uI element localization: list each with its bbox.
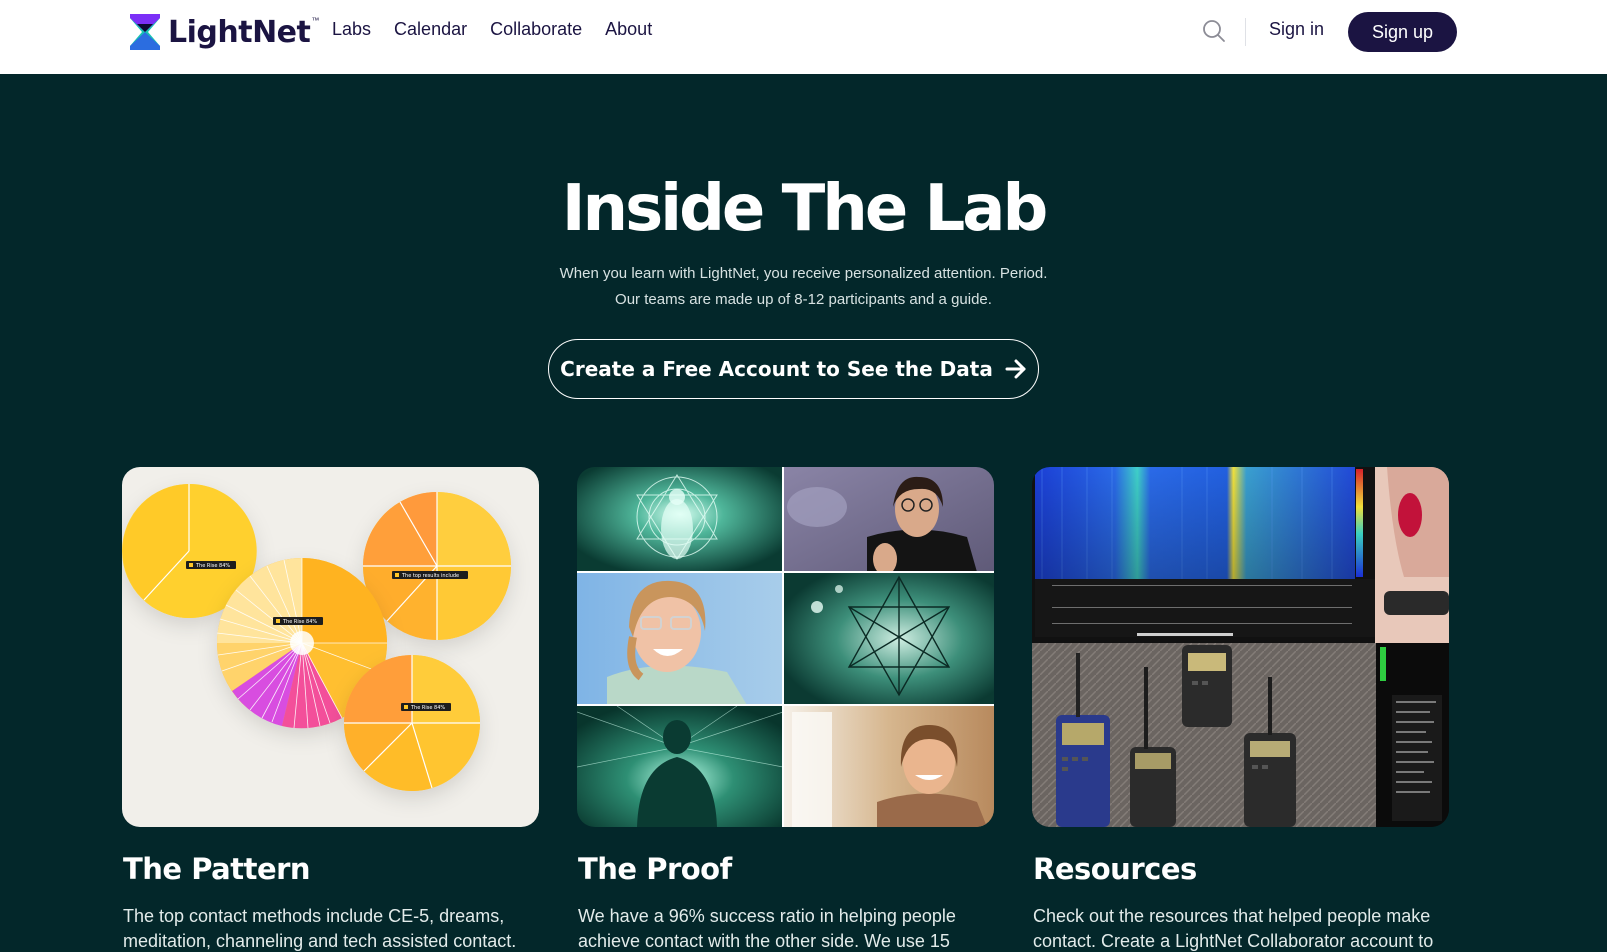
nav-collaborate[interactable]: Collaborate: [490, 19, 582, 40]
hero-subtitle-line2: Our teams are made up of 8-12 participan…: [615, 291, 992, 308]
spectrogram-radios-collage: [1032, 467, 1449, 827]
lightnet-logo-icon: [130, 14, 160, 50]
sign-up-button[interactable]: Sign up: [1348, 12, 1457, 52]
hero-subtitle-line1: When you learn with LightNet, you receiv…: [559, 265, 1048, 282]
card-proof-desc: We have a 96% success ratio in helping p…: [578, 906, 956, 951]
lightnet-logo[interactable]: LightNet ™: [128, 12, 319, 52]
card-resources-image[interactable]: [1032, 467, 1449, 827]
arrow-right-icon: [1005, 359, 1026, 379]
pie-charts-illustration: The Rise 84% The top results include The…: [122, 467, 539, 827]
card-pattern-desc: The top contact methods include CE-5, dr…: [123, 906, 517, 951]
card-resources-desc: Check out the resources that helped peop…: [1033, 906, 1434, 951]
header-divider: [1245, 18, 1246, 46]
pie-label-3: The Rise 84%: [282, 619, 317, 625]
card-pattern: The Rise 84% The top results include The…: [122, 467, 539, 951]
card-proof: The Proof We have a 96% success ratio in…: [577, 467, 994, 951]
card-proof-title[interactable]: The Proof: [578, 852, 732, 886]
nav-about[interactable]: About: [605, 19, 652, 40]
pie-label-2: The top results include: [401, 573, 459, 579]
logo-trademark: ™: [311, 16, 320, 25]
sign-in-link[interactable]: Sign in: [1269, 19, 1324, 40]
nav-calendar[interactable]: Calendar: [394, 19, 467, 40]
pie-label-4: The Rise 84%: [410, 705, 445, 711]
site-header: LightNet ™ Labs Calendar Collaborate Abo…: [0, 0, 1607, 74]
hero-title: Inside The Lab: [561, 172, 1049, 246]
card-pattern-title[interactable]: The Pattern: [123, 852, 311, 886]
main-nav: Labs Calendar Collaborate About: [332, 19, 675, 40]
video-call-collage: [577, 467, 994, 827]
card-pattern-image[interactable]: The Rise 84% The top results include The…: [122, 467, 539, 827]
create-account-label: Create a Free Account to See the Data: [560, 357, 993, 381]
create-account-button[interactable]: Create a Free Account to See the Data: [548, 339, 1039, 399]
search-icon[interactable]: [1202, 19, 1226, 43]
card-proof-image[interactable]: [577, 467, 994, 827]
card-resources: Resources Check out the resources that h…: [1032, 467, 1449, 951]
card-resources-title[interactable]: Resources: [1033, 852, 1197, 886]
nav-labs[interactable]: Labs: [332, 19, 371, 40]
pie-label-1: The Rise 84%: [195, 563, 230, 569]
logo-wordmark: LightNet: [168, 14, 311, 50]
